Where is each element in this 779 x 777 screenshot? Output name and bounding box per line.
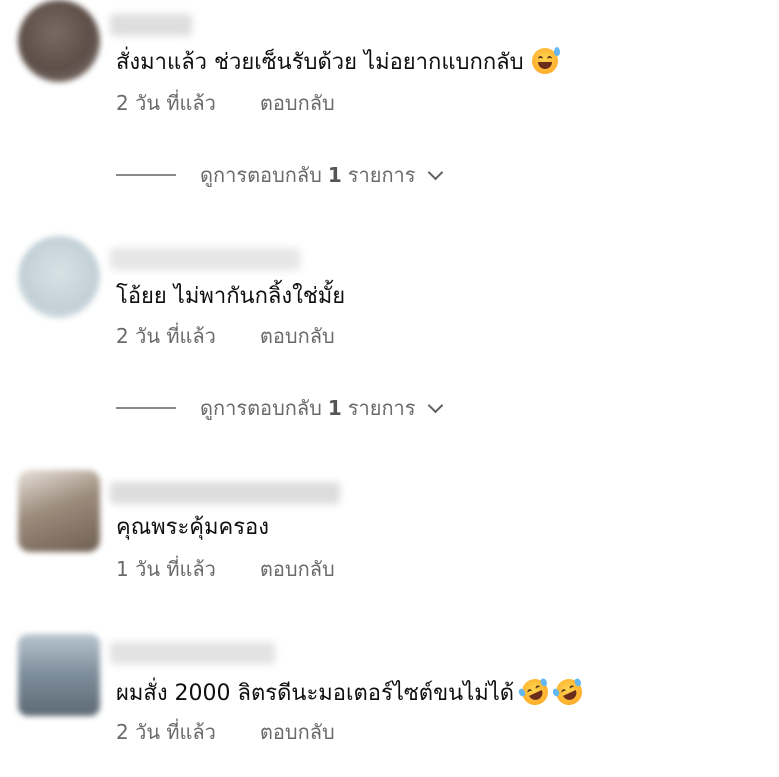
comment-text: โอ้ยย ไม่พากันกลิ้งใช่มั้ย <box>116 283 345 311</box>
comment-text: สั่งมาแล้ว ช่วยเซ็นรับด้วย ไม่อยากแบกกลั… <box>116 47 560 77</box>
author-name-blurred[interactable] <box>110 14 192 36</box>
comment-time: 2 วัน ที่แล้ว <box>116 91 216 115</box>
author-name-blurred[interactable] <box>110 642 275 664</box>
comment-meta: 1 วัน ที่แล้ว ตอบกลับ <box>116 556 335 582</box>
sweat-smile-emoji-icon <box>531 47 560 74</box>
comment-meta: 2 วัน ที่แล้ว ตอบกลับ <box>116 323 335 349</box>
reply-button[interactable]: ตอบกลับ <box>260 90 335 116</box>
avatar[interactable] <box>18 634 100 716</box>
comment-time: 2 วัน ที่แล้ว <box>116 720 216 744</box>
view-replies-button[interactable]: ดูการตอบกลับ 1 รายการ <box>116 161 443 189</box>
reply-count: 1 <box>327 396 342 420</box>
rolling-laughing-emoji-icon <box>517 674 553 710</box>
divider-line <box>116 174 176 176</box>
view-replies-button[interactable]: ดูการตอบกลับ 1 รายการ <box>116 394 443 422</box>
reply-button[interactable]: ตอบกลับ <box>260 719 335 745</box>
comment-text-content: ผมสั่ง 2000 ลิตรดีนะมอเตอร์ไซต์ขนไม่ได้ <box>116 681 515 706</box>
rolling-laughing-emoji-icon <box>551 674 587 710</box>
reply-button[interactable]: ตอบกลับ <box>260 323 335 349</box>
comment-meta: 2 วัน ที่แล้ว ตอบกลับ <box>116 719 335 745</box>
view-replies-suffix: รายการ <box>347 396 416 420</box>
chevron-down-icon <box>427 397 443 413</box>
reply-count: 1 <box>327 163 342 187</box>
comment-text: ผมสั่ง 2000 ลิตรดีนะมอเตอร์ไซต์ขนไม่ได้ <box>116 674 587 710</box>
author-name-blurred[interactable] <box>110 248 300 270</box>
view-replies-label: ดูการตอบกลับ <box>200 396 322 420</box>
comment-text-content: สั่งมาแล้ว ช่วยเซ็นรับด้วย ไม่อยากแบกกลั… <box>116 50 524 75</box>
view-replies-label: ดูการตอบกลับ <box>200 163 322 187</box>
divider-line <box>116 407 176 409</box>
chevron-down-icon <box>427 164 443 180</box>
author-name-blurred[interactable] <box>110 482 340 504</box>
comment-text-content: โอ้ยย ไม่พากันกลิ้งใช่มั้ย <box>116 284 346 309</box>
avatar[interactable] <box>18 470 100 552</box>
comment-time: 1 วัน ที่แล้ว <box>116 557 216 581</box>
comment-time: 2 วัน ที่แล้ว <box>116 324 216 348</box>
comment-text-content: คุณพระคุ้มครอง <box>116 515 269 540</box>
view-replies-suffix: รายการ <box>347 163 416 187</box>
comment-text: คุณพระคุ้มครอง <box>116 514 269 542</box>
avatar[interactable] <box>18 236 100 318</box>
reply-button[interactable]: ตอบกลับ <box>260 556 335 582</box>
avatar[interactable] <box>18 0 100 82</box>
comment-meta: 2 วัน ที่แล้ว ตอบกลับ <box>116 90 335 116</box>
